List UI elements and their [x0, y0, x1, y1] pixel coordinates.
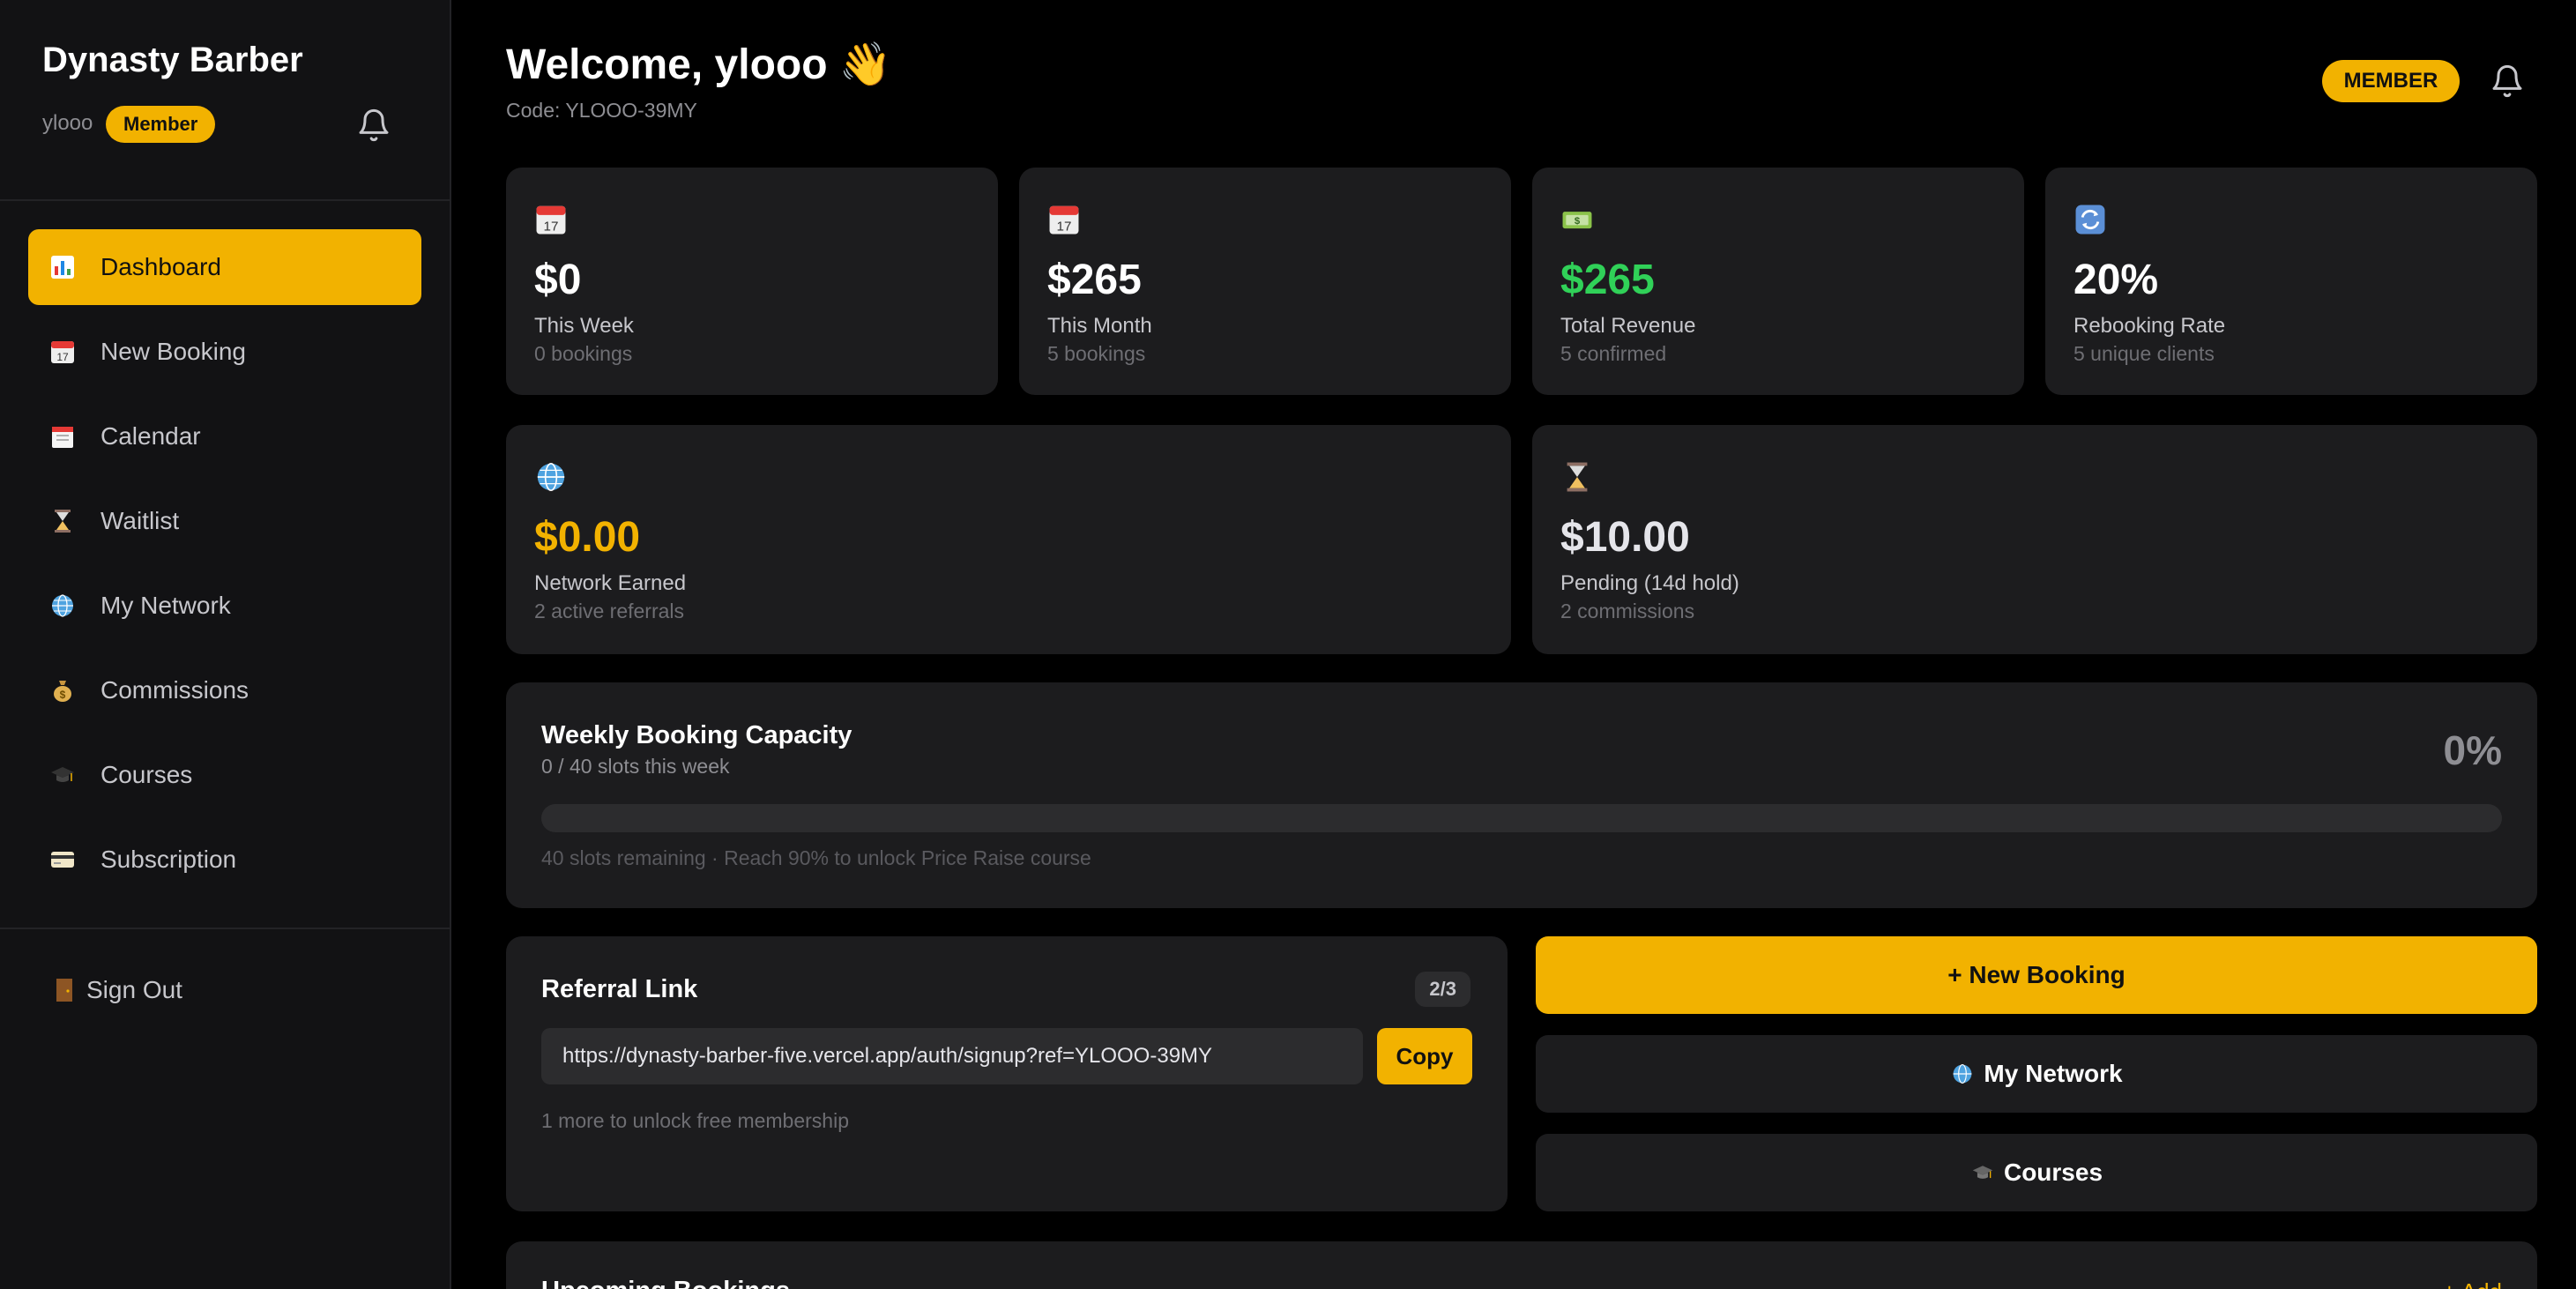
sign-out-label: Sign Out: [86, 976, 182, 1003]
stat-sub: 5 bookings: [1047, 342, 1146, 365]
hourglass-icon: [1567, 462, 1588, 492]
graduation-cap-icon: [1970, 1160, 1995, 1185]
money-bag-icon: $: [48, 675, 78, 705]
sidebar-item-my-network[interactable]: My Network: [28, 568, 421, 644]
network-earned-sub: 2 active referrals: [534, 600, 685, 622]
upcoming-bookings-card: Upcoming Bookings + Add: [506, 1241, 2537, 1289]
sidebar-divider: [0, 199, 450, 201]
capacity-percent: 0%: [2443, 727, 2502, 773]
stat-card-total-revenue: $ $265 Total Revenue 5 confirmed: [1532, 168, 2024, 395]
sidebar-item-label: Waitlist: [101, 507, 180, 534]
capacity-subtitle: 0 / 40 slots this week: [541, 755, 730, 778]
stat-value: $265: [1047, 257, 1142, 303]
bell-icon[interactable]: [2490, 63, 2525, 99]
spiral-calendar-icon: [48, 421, 78, 451]
svg-text:17: 17: [1057, 220, 1072, 235]
stat-value: $0: [534, 257, 582, 303]
copy-button[interactable]: Copy: [1377, 1028, 1472, 1084]
new-booking-label: + New Booking: [1947, 961, 2126, 988]
brand-title: Dynasty Barber: [42, 41, 303, 79]
upcoming-title: Upcoming Bookings: [541, 1277, 790, 1289]
globe-icon: [48, 591, 78, 621]
network-earned-card: $0.00 Network Earned 2 active referrals: [506, 425, 1511, 654]
stat-sub: 5 unique clients: [2073, 342, 2215, 365]
stat-label: Total Revenue: [1560, 314, 1696, 338]
sign-out-button[interactable]: Sign Out: [49, 975, 182, 1005]
weekly-capacity-card: Weekly Booking Capacity 0 / 40 slots thi…: [506, 682, 2537, 908]
pending-label: Pending (14d hold): [1560, 571, 1739, 595]
capacity-progress-bar: [541, 804, 2502, 832]
user-code: Code: YLOOO-39MY: [506, 99, 697, 122]
courses-label: Courses: [2003, 1159, 2103, 1186]
stat-sub: 5 confirmed: [1560, 342, 1667, 365]
username: ylooo: [42, 111, 93, 135]
stat-card-this-week: 17 $0 This Week 0 bookings: [506, 168, 998, 395]
add-booking-link[interactable]: + Add: [2443, 1278, 2502, 1289]
sidebar-item-label: Subscription: [101, 846, 237, 873]
sidebar-item-label: My Network: [101, 592, 231, 619]
bell-icon[interactable]: [356, 108, 391, 143]
my-network-label: My Network: [1984, 1060, 2123, 1087]
sidebar-item-calendar[interactable]: Calendar: [28, 399, 421, 474]
sidebar-item-label: Calendar: [101, 422, 201, 450]
bar-chart-icon: [48, 252, 78, 282]
sidebar-item-commissions[interactable]: $ Commissions: [28, 652, 421, 728]
capacity-title: Weekly Booking Capacity: [541, 721, 852, 749]
svg-text:$: $: [60, 689, 66, 701]
network-earned-value: $0.00: [534, 514, 641, 561]
member-badge: MEMBER: [2322, 60, 2460, 102]
hourglass-icon: [48, 506, 78, 536]
credit-card-icon: [48, 845, 78, 875]
svg-text:17: 17: [544, 220, 559, 235]
page-title: Welcome, ylooo 👋: [506, 41, 892, 88]
pending-commissions-card: $10.00 Pending (14d hold) 2 commissions: [1532, 425, 2537, 654]
calendar-icon: 17: [1049, 205, 1079, 235]
member-badge: Member: [106, 106, 216, 143]
sidebar-item-label: Commissions: [101, 676, 249, 704]
referral-link-card: Referral Link 2/3 https://dynasty-barber…: [506, 936, 1508, 1211]
my-network-button[interactable]: My Network: [1536, 1035, 2537, 1113]
repeat-icon: [2075, 205, 2105, 235]
sidebar: Dynasty Barber ylooo Member Dashboard 17…: [0, 0, 451, 1289]
graduation-cap-icon: [48, 760, 78, 790]
referral-count-badge: 2/3: [1415, 972, 1470, 1007]
globe-icon: [537, 462, 565, 492]
sidebar-item-courses[interactable]: Courses: [28, 737, 421, 813]
svg-text:$: $: [1575, 216, 1581, 227]
stat-value: $265: [1560, 257, 1655, 303]
stat-label: This Week: [534, 314, 634, 338]
door-icon: [49, 975, 79, 1005]
referral-url-field[interactable]: https://dynasty-barber-five.vercel.app/a…: [541, 1028, 1363, 1084]
sidebar-item-label: New Booking: [101, 338, 246, 365]
stat-card-rebooking-rate: 20% Rebooking Rate 5 unique clients: [2045, 168, 2537, 395]
sidebar-item-new-booking[interactable]: 17 New Booking: [28, 314, 421, 390]
referral-note: 1 more to unlock free membership: [541, 1109, 849, 1132]
sidebar-divider: [0, 928, 450, 929]
stat-label: This Month: [1047, 314, 1152, 338]
globe-icon: [1950, 1062, 1975, 1086]
stat-value: 20%: [2073, 257, 2159, 303]
calendar-icon: 17: [536, 205, 566, 235]
calendar-icon: 17: [48, 337, 78, 367]
pending-value: $10.00: [1560, 514, 1690, 561]
sidebar-item-subscription[interactable]: Subscription: [28, 822, 421, 898]
svg-text:17: 17: [56, 351, 69, 363]
cash-icon: $: [1562, 212, 1592, 229]
sidebar-item-label: Dashboard: [101, 253, 221, 280]
new-booking-button[interactable]: + New Booking: [1536, 936, 2537, 1014]
network-earned-label: Network Earned: [534, 571, 687, 595]
capacity-note: 40 slots remaining · Reach 90% to unlock…: [541, 846, 1091, 869]
sidebar-item-waitlist[interactable]: Waitlist: [28, 483, 421, 559]
sidebar-item-label: Courses: [101, 761, 193, 788]
referral-title: Referral Link: [541, 975, 698, 1003]
sidebar-item-dashboard[interactable]: Dashboard: [28, 229, 421, 305]
app-root: Dynasty Barber ylooo Member Dashboard 17…: [0, 0, 2576, 1289]
stat-sub: 0 bookings: [534, 342, 633, 365]
courses-button[interactable]: Courses: [1536, 1134, 2537, 1211]
stat-card-this-month: 17 $265 This Month 5 bookings: [1019, 168, 1511, 395]
stat-label: Rebooking Rate: [2073, 314, 2226, 338]
pending-sub: 2 commissions: [1560, 600, 1695, 622]
